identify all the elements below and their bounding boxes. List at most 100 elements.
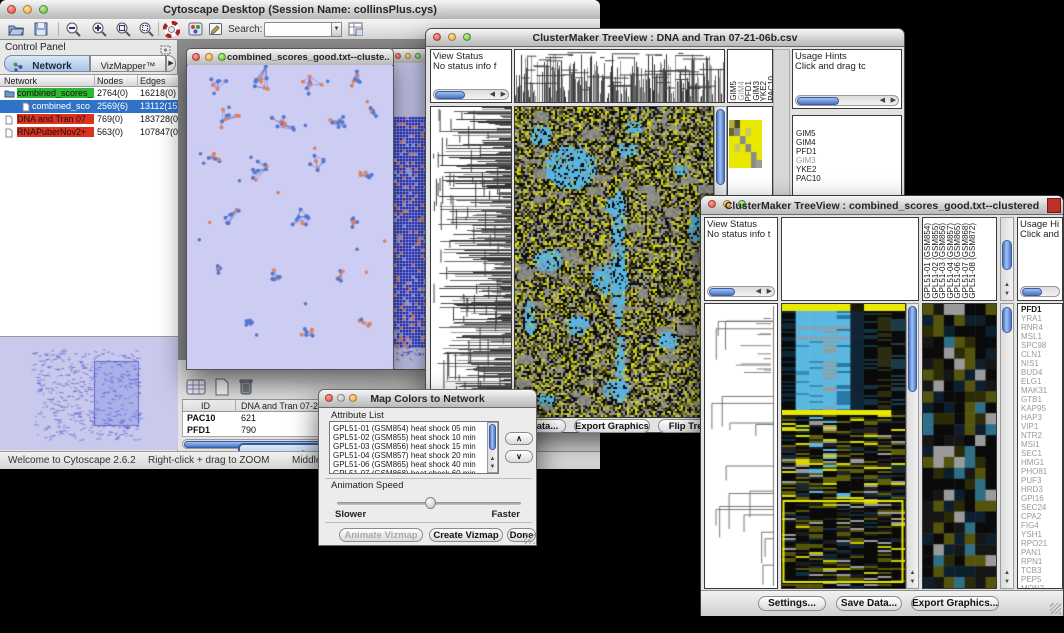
vscroll-thumb[interactable]	[1002, 307, 1012, 333]
gene-label[interactable]: SEC24	[1021, 503, 1047, 512]
hscroll-thumb[interactable]	[1022, 288, 1042, 296]
gene-label[interactable]: PAC10	[796, 174, 821, 183]
attribute-list-vscrollbar[interactable]: ▲ ▼	[487, 422, 498, 473]
gene-label[interactable]: CPA2	[1021, 512, 1047, 521]
attribute-listbox[interactable]: GPL51-01 (GSM854) heat shock 05 minGPL51…	[329, 421, 499, 474]
gene-label[interactable]: TCB3	[1021, 566, 1047, 575]
attribute-item[interactable]: GPL51-07 (GSM868) heat shock 60 min	[333, 469, 476, 474]
gene-label[interactable]: GTB1	[1021, 395, 1047, 404]
view-status-hscrollbar[interactable]: ◀ ▶	[433, 89, 509, 100]
gene-label[interactable]: MSL1	[1021, 332, 1047, 341]
col-edges[interactable]: Edges	[140, 76, 166, 86]
trash-icon[interactable]	[238, 377, 254, 401]
hscroll-thumb[interactable]	[709, 288, 735, 296]
usage-hints-hscrollbar[interactable]	[1020, 286, 1060, 297]
resize-grip[interactable]	[1050, 603, 1061, 614]
row-tree-canvas[interactable]	[431, 107, 511, 417]
zoom-in-icon[interactable]	[92, 22, 108, 42]
scroll-up-arrow[interactable]: ▲	[1001, 282, 1013, 288]
titlebar[interactable]: combined_scores_good.txt--cluste...	[187, 49, 393, 66]
zoom-selected-icon[interactable]	[139, 22, 155, 42]
gene-label[interactable]: GIM3	[796, 156, 821, 165]
attribute-item[interactable]: GPL51-03 (GSM856) heat shock 15 min	[333, 442, 476, 451]
close-button[interactable]	[395, 53, 401, 59]
gene-label[interactable]: RPO21	[1021, 539, 1047, 548]
search-input[interactable]	[264, 22, 332, 37]
column-tree-canvas[interactable]	[515, 50, 724, 102]
tv2-row-dendrogram[interactable]	[704, 303, 778, 589]
scroll-up-arrow[interactable]: ▲	[907, 570, 918, 576]
gene-label[interactable]: VIP1	[1021, 422, 1047, 431]
titlebar[interactable]: ClusterMaker TreeView : DNA and Tran 07-…	[426, 29, 904, 47]
attribute-item[interactable]: GPL51-06 (GSM865) heat shock 40 min	[333, 460, 476, 469]
gene-label[interactable]: GIM4	[796, 138, 821, 147]
slider-thumb[interactable]	[425, 497, 436, 509]
scroll-right-arrow[interactable]: ▶	[501, 90, 506, 100]
tv2-gene-list[interactable]: PFD1YRA1RNR4MSL1SPC98CLN1NIS1BUD4ELG1MAK…	[1017, 303, 1063, 589]
row-tree-canvas[interactable]	[705, 304, 777, 588]
scroll-down-arrow[interactable]: ▼	[488, 464, 497, 470]
scroll-down-arrow[interactable]: ▼	[907, 579, 918, 585]
scroll-up-arrow[interactable]: ▲	[488, 456, 497, 462]
gene-label[interactable]: YSH1	[1021, 530, 1047, 539]
gene-label[interactable]: CLN1	[1021, 350, 1047, 359]
save-data-button[interactable]: Save Data...	[836, 596, 902, 611]
heatmap-canvas[interactable]	[782, 304, 905, 588]
vizmapper-icon[interactable]	[188, 22, 203, 41]
heatmap-canvas[interactable]	[515, 107, 713, 417]
gene-label[interactable]: ELG1	[1021, 377, 1047, 386]
tv2-column-dendrogram[interactable]	[781, 217, 919, 301]
tab-overflow-button[interactable]: ▶	[166, 55, 176, 72]
zoom-out-icon[interactable]	[66, 22, 82, 42]
gene-label[interactable]: PAN1	[1021, 548, 1047, 557]
gene-label[interactable]: HAP3	[1021, 413, 1047, 422]
gene-label[interactable]: NTR2	[1021, 431, 1047, 440]
col-network[interactable]: Network	[4, 76, 37, 86]
attribute-table-icon[interactable]	[348, 22, 363, 41]
hscroll-thumb[interactable]	[435, 91, 465, 99]
gene-label[interactable]: YRA1	[1021, 314, 1047, 323]
annotation-icon[interactable]	[208, 22, 223, 41]
titlebar[interactable]: Map Colors to Network	[319, 390, 536, 408]
vscroll-thumb[interactable]	[908, 306, 917, 392]
gene-label[interactable]: PFD1	[1021, 305, 1047, 314]
save-icon[interactable]	[34, 22, 48, 41]
vscroll-thumb[interactable]	[489, 424, 496, 450]
gene-label[interactable]: RNR4	[1021, 323, 1047, 332]
gene-label[interactable]: PEP5	[1021, 575, 1047, 584]
tv1-heatmap[interactable]	[514, 106, 714, 418]
gene-label[interactable]: KAP95	[1021, 404, 1047, 413]
move-down-button[interactable]: ∨	[505, 450, 533, 463]
zoom-button[interactable]	[218, 53, 226, 61]
scroll-right-arrow[interactable]: ▶	[767, 287, 772, 297]
network-view-window[interactable]: combined_scores_good.txt--cluste...	[186, 48, 394, 370]
minimize-button[interactable]	[405, 53, 411, 59]
zoom-heatmap-canvas[interactable]	[923, 304, 996, 588]
settings-button[interactable]: Settings...	[758, 596, 826, 611]
gene-label[interactable]: SEC1	[1021, 449, 1047, 458]
scroll-left-arrow[interactable]: ◀	[490, 90, 495, 100]
animate-vizmap-button[interactable]: Animate Vizmap	[339, 528, 423, 542]
view-status-hscrollbar[interactable]: ◀ ▶	[707, 286, 775, 297]
main-titlebar[interactable]: Cytoscape Desktop (Session Name: collins…	[0, 0, 600, 20]
tv1-export-graphics-button[interactable]: Export Graphics...	[574, 419, 650, 433]
hscroll-thumb[interactable]	[797, 97, 839, 105]
gene-label[interactable]: MAK31	[1021, 386, 1047, 395]
network-row-rnapuber[interactable]: RNAPuberNov2+ 563(0) 107847(0)	[0, 126, 178, 139]
tv2-zoom-heatmap[interactable]	[922, 303, 997, 589]
gene-label[interactable]: MSI1	[1021, 440, 1047, 449]
gene-label[interactable]: PUF3	[1021, 476, 1047, 485]
move-up-button[interactable]: ∧	[505, 432, 533, 445]
zoom-button[interactable]	[415, 53, 421, 59]
gene-label[interactable]: PHO81	[1021, 467, 1047, 476]
scroll-left-arrow[interactable]: ◀	[880, 96, 885, 106]
gene-label[interactable]: HRD3	[1021, 485, 1047, 494]
tab-network[interactable]: Network	[4, 55, 90, 72]
gene-label[interactable]: SPC98	[1021, 341, 1047, 350]
scroll-down-arrow[interactable]: ▼	[1001, 579, 1013, 585]
data-cell-id[interactable]: PAC10	[187, 413, 215, 423]
tv2-heatmap-vscrollbar[interactable]: ▲ ▼	[906, 303, 919, 589]
vscroll-thumb[interactable]	[716, 109, 725, 185]
data-cell-value[interactable]: 621	[241, 413, 256, 423]
close-button[interactable]	[192, 53, 200, 61]
